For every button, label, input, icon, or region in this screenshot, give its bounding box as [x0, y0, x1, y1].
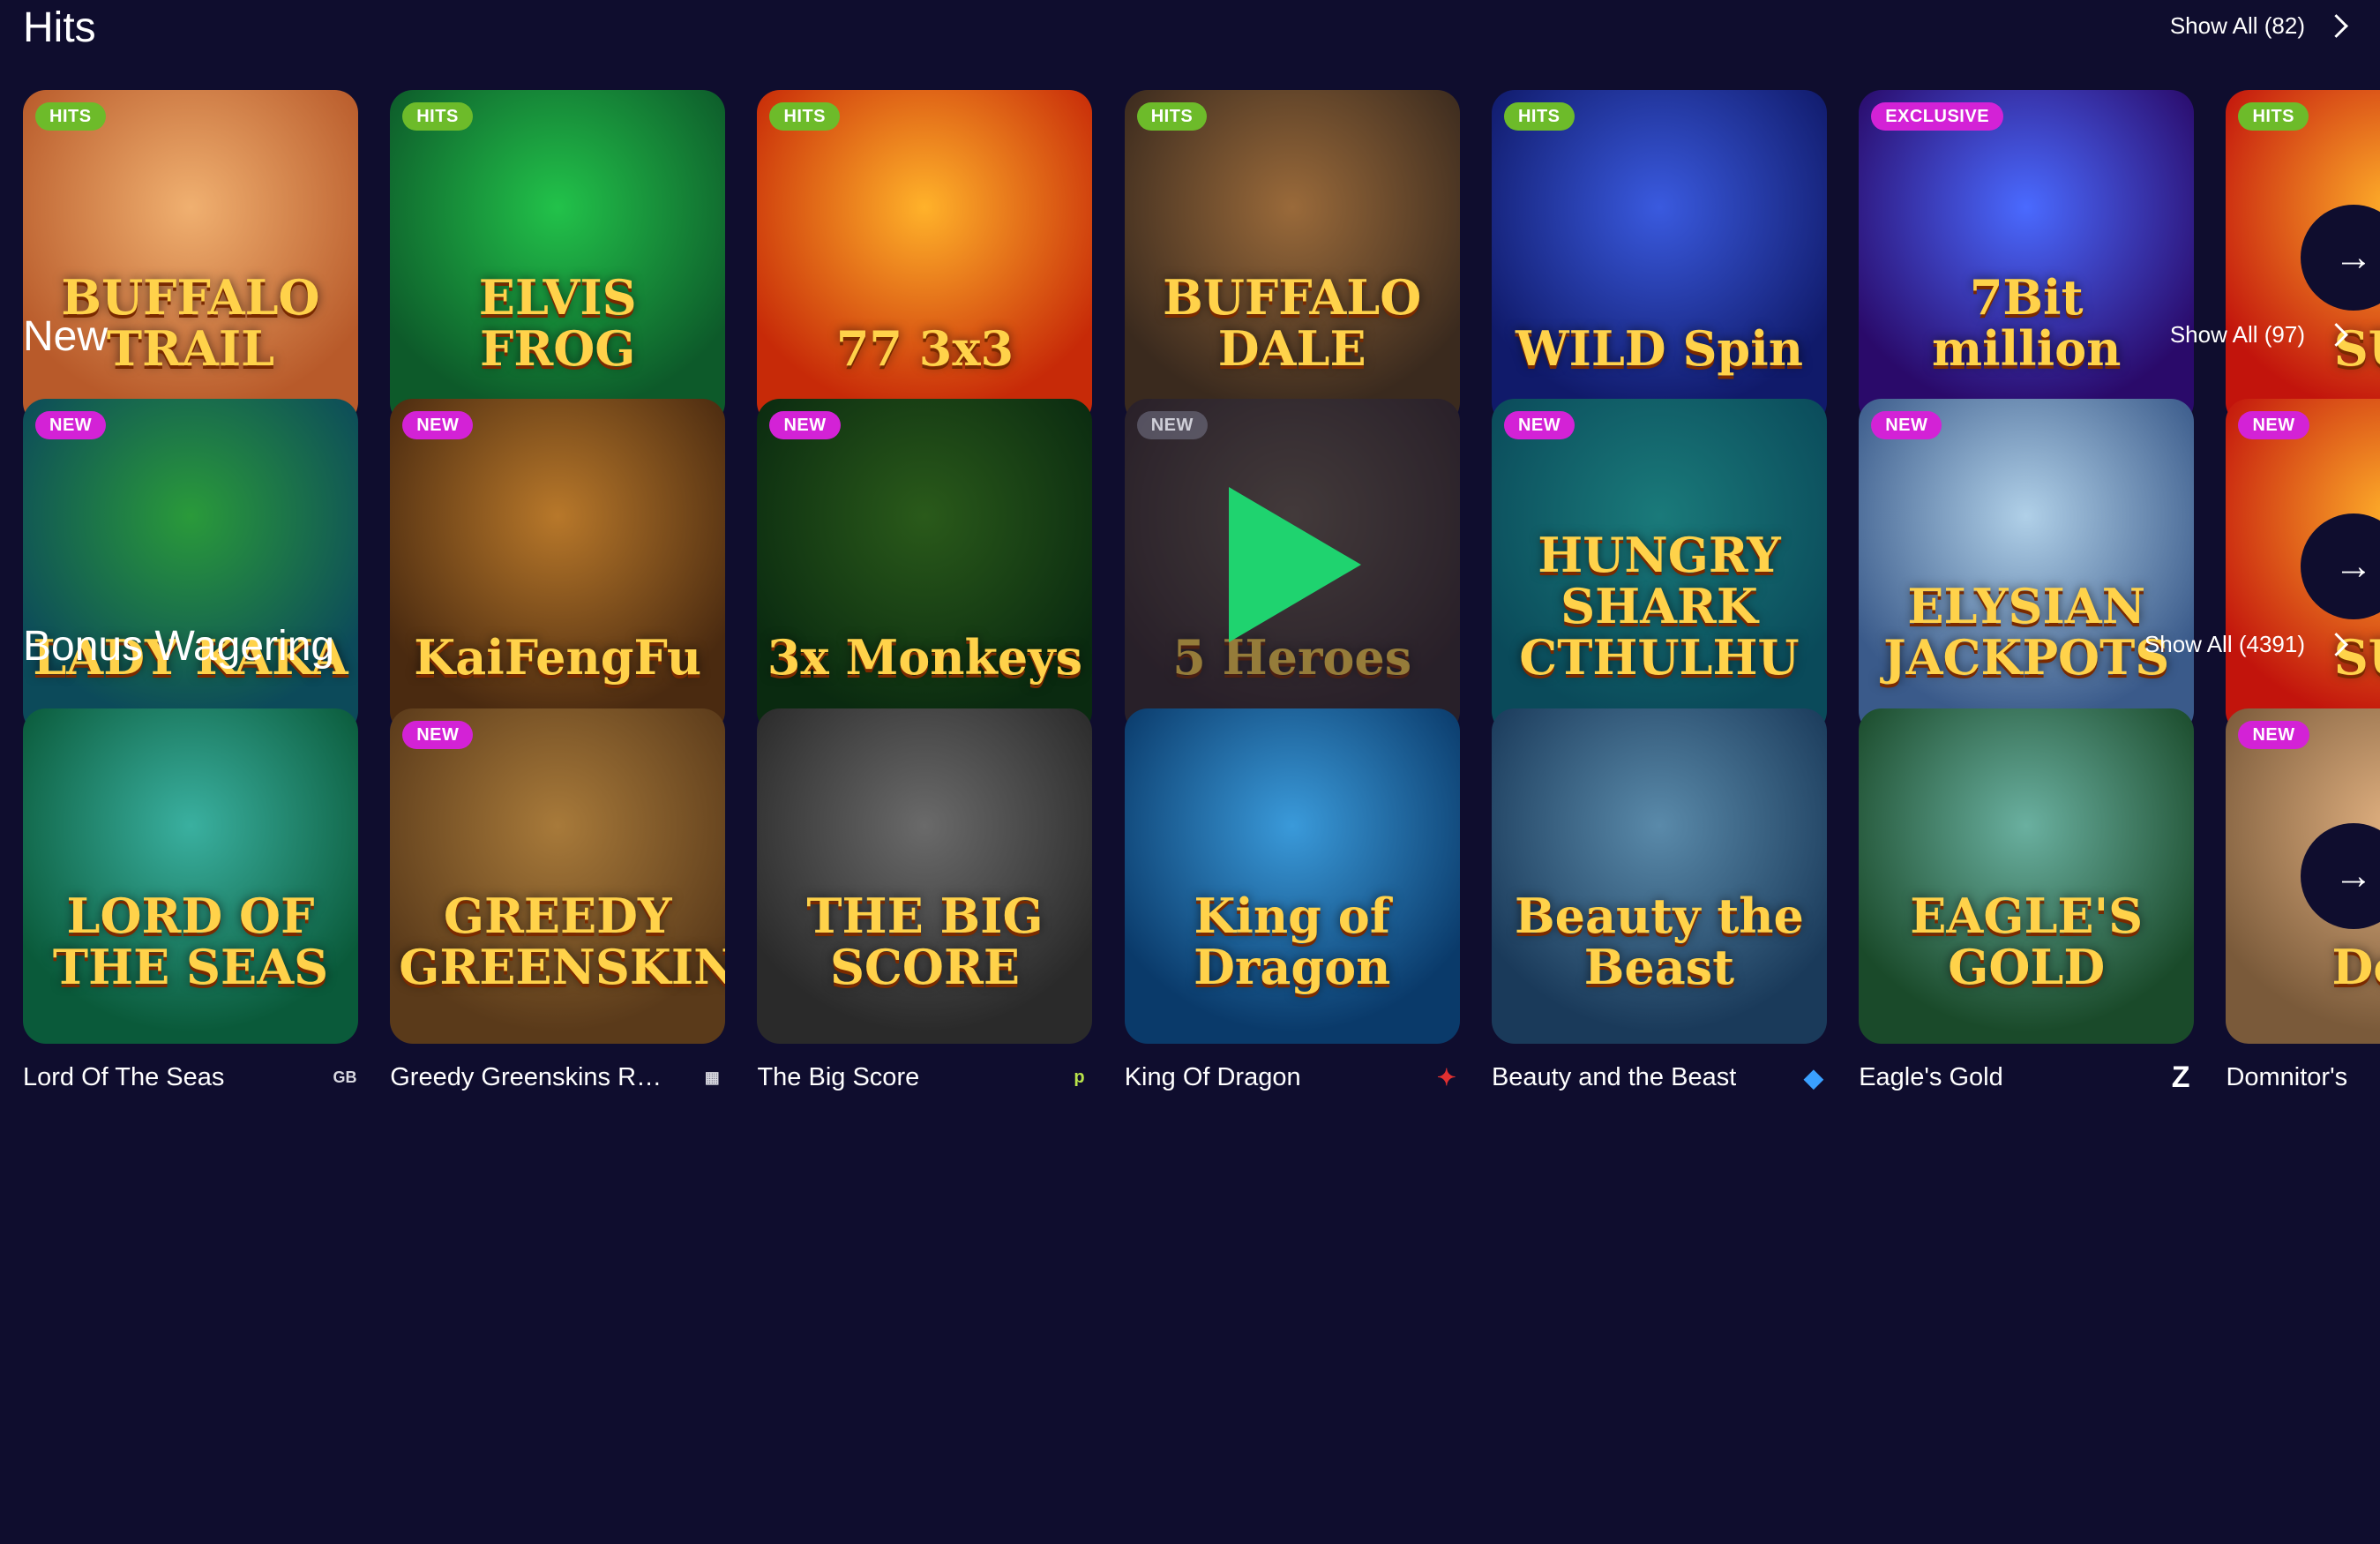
game-badge: HITS [2238, 102, 2309, 131]
game-name[interactable]: Eagle's Gold [1859, 1063, 2003, 1092]
game-carousel: LORD OF THE SEAS Lord Of The Seas GB GREEDY… [23, 708, 2380, 1114]
game-badge: NEW [2238, 721, 2309, 749]
section-bonus-wagering: Bonus Wagering Show All (4391) LORD OF THE… [0, 618, 2380, 1150]
chevron-right-icon [2324, 633, 2348, 656]
chevron-right-icon [2324, 323, 2348, 347]
game-logo: EAGLE'S GOLD [1910, 888, 2144, 995]
game-badge: HITS [402, 102, 473, 131]
p-provider-icon: p [1074, 1067, 1085, 1087]
game-caption: Lord Of The Seas GB [23, 1060, 358, 1095]
game-thumbnail[interactable]: THE BIG SCORE [757, 708, 1093, 1044]
game-name[interactable]: Lord Of The Seas [23, 1063, 224, 1092]
game-logo: King of Dragon [1194, 888, 1391, 995]
game-card[interactable]: King of Dragon King Of Dragon ✦ [1124, 708, 1460, 1091]
game-name[interactable]: The Big Score [757, 1063, 919, 1092]
game-badge: NEW [769, 411, 841, 439]
game-logo: Dom [2331, 939, 2380, 995]
game-name[interactable]: Greedy Greenskins Rock… [390, 1063, 672, 1092]
game-badge: NEW [1136, 411, 1208, 439]
game-logo: LORD OF THE SEAS [52, 888, 329, 995]
game-logo: Beauty the Beast [1514, 888, 1804, 995]
gb-provider-icon: GB [333, 1068, 357, 1086]
game-badge: EXCLUSIVE [1871, 102, 2004, 131]
game-logo: THE BIG SCORE [806, 888, 1044, 995]
game-logo: GREEDY GREENSKINS [399, 888, 726, 995]
game-thumbnail[interactable]: LORD OF THE SEAS [23, 708, 358, 1044]
game-name[interactable]: Domnitor's [2226, 1063, 2347, 1092]
game-badge: NEW [2238, 411, 2309, 439]
game-badge: NEW [35, 411, 107, 439]
game-thumbnail[interactable]: King of Dragon [1124, 708, 1460, 1044]
game-thumbnail[interactable]: Beauty the Beast [1491, 708, 1827, 1044]
game-badge: NEW [402, 411, 474, 439]
show-all-link[interactable]: Show All (82) [2170, 12, 2352, 40]
game-caption: Domnitor's [2226, 1060, 2380, 1095]
game-thumbnail[interactable]: GREEDY GREENSKINS NEW [390, 708, 726, 1044]
game-badge: HITS [35, 102, 106, 131]
game-badge: HITS [1136, 102, 1208, 131]
kagaming-provider-icon: ✦ [1436, 1063, 1456, 1091]
game-caption: King Of Dragon ✦ [1125, 1060, 1460, 1095]
game-card[interactable]: LORD OF THE SEAS Lord Of The Seas GB [23, 708, 358, 1091]
chevron-right-icon [2324, 14, 2348, 38]
game-card[interactable]: EAGLE'S GOLD Eagle's Gold Z [1859, 708, 2195, 1094]
show-all-label: Show All (97) [2169, 321, 2305, 348]
game-badge: HITS [769, 102, 841, 131]
game-badge: NEW [402, 721, 474, 749]
show-all-label: Show All (4391) [2144, 631, 2305, 657]
game-card[interactable]: GREEDY GREENSKINS NEW Greedy Greenskins Ro… [390, 708, 726, 1091]
section-title: Hits [23, 4, 96, 51]
section-title: New [23, 313, 109, 360]
game-caption: Greedy Greenskins Rock… ▦ [390, 1060, 725, 1095]
game-card[interactable]: Beauty the Beast Beauty and the Beast ◆ [1491, 708, 1827, 1091]
game-name[interactable]: King Of Dragon [1125, 1063, 1301, 1092]
game-caption: Beauty and the Beast ◆ [1492, 1060, 1827, 1095]
game-caption: The Big Score p [757, 1060, 1092, 1095]
game-card[interactable]: THE BIG SCORE The Big Score p [757, 708, 1093, 1091]
game-badge: HITS [1503, 102, 1575, 131]
blue-provider-icon: ◆ [1804, 1063, 1823, 1091]
game-badge: NEW [1503, 411, 1575, 439]
show-all-link[interactable]: Show All (4391) [2144, 631, 2352, 658]
qr-provider-icon: ▦ [704, 1068, 720, 1086]
show-all-label: Show All (82) [2169, 12, 2305, 39]
game-name[interactable]: Beauty and the Beast [1492, 1063, 1736, 1092]
show-all-link[interactable]: Show All (97) [2170, 321, 2352, 349]
game-thumbnail[interactable]: EAGLE'S GOLD [1859, 708, 2195, 1044]
z-provider-icon: Z [2171, 1060, 2190, 1094]
section-title: Bonus Wagering [23, 623, 335, 670]
game-caption: Eagle's Gold Z [1859, 1060, 2194, 1095]
game-badge: NEW [1871, 411, 1942, 439]
